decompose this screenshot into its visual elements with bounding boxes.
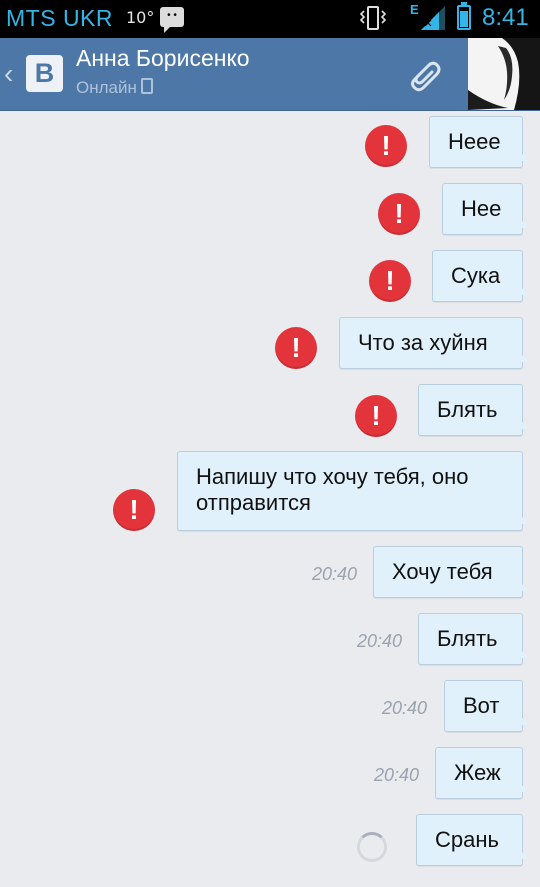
message-bubble[interactable]: Сука (432, 250, 529, 302)
message-text: Нее (461, 196, 502, 221)
carrier-name: MTS UKR (6, 5, 113, 31)
message-bubble[interactable]: Нее (442, 183, 529, 235)
status-clock: 8:41 (482, 4, 529, 31)
vibrate-icon (359, 6, 387, 30)
contact-status: Онлайн (76, 78, 153, 98)
message-text: Хочу тебя (392, 559, 493, 584)
send-failed-icon[interactable]: ! (369, 260, 411, 302)
message-text: Неее (448, 129, 501, 154)
message-time: 20:40 (312, 564, 358, 584)
message-time: 20:40 (374, 765, 420, 785)
mobile-phone-icon (140, 78, 153, 94)
message-text: Срань (435, 827, 499, 852)
message-text: Что за хуйня (358, 330, 488, 355)
paperclip-icon[interactable] (404, 54, 446, 96)
signal-icon (421, 6, 445, 30)
message-time: 20:40 (357, 631, 403, 651)
avatar-photo (468, 38, 540, 110)
network-type: E (410, 2, 419, 17)
send-failed-icon[interactable]: ! (275, 327, 317, 369)
vk-logo-icon[interactable]: B (26, 55, 63, 92)
status-bar: MTS UKR 10° • • E 8:41 (0, 0, 540, 38)
chevron-left-icon[interactable]: ‹ (4, 60, 13, 88)
message-bubble[interactable]: Напишу что хочу тебя, оно отправится (177, 451, 529, 531)
send-failed-icon[interactable]: ! (365, 125, 407, 167)
message-list[interactable]: ! Неее ! Нее ! Сука ! Что за хуйня ! Бля… (0, 111, 540, 887)
message-bubble[interactable]: Хочу тебя (373, 546, 529, 598)
send-failed-icon[interactable]: ! (113, 489, 155, 531)
message-text: Вот (463, 693, 500, 718)
weather-temperature: 10° (126, 8, 155, 27)
contact-avatar[interactable] (468, 38, 540, 110)
message-notification-icon: • • (160, 7, 184, 33)
sending-spinner-icon (357, 832, 387, 862)
message-bubble[interactable]: Неее (429, 116, 529, 168)
message-text: Жеж (454, 760, 501, 785)
message-bubble[interactable]: Блять (418, 384, 529, 436)
message-bubble[interactable]: Вот (444, 680, 529, 732)
message-bubble[interactable]: Блять (418, 613, 529, 665)
contact-name[interactable]: Анна Борисенко (76, 45, 250, 72)
send-failed-icon[interactable]: ! (355, 395, 397, 437)
message-text: Блять (437, 626, 498, 651)
online-status-label: Онлайн (76, 78, 137, 97)
message-time: 20:40 (382, 698, 428, 718)
send-failed-icon[interactable]: ! (378, 193, 420, 235)
message-bubble[interactable]: Жеж (435, 747, 529, 799)
battery-icon (457, 2, 471, 30)
chat-header: ‹ B Анна Борисенко Онлайн (0, 38, 540, 111)
message-bubble[interactable]: Что за хуйня (339, 317, 529, 369)
chat-screen: MTS UKR 10° • • E 8:41 ‹ B Анна Борисенк… (0, 0, 540, 887)
message-bubble[interactable]: Срань (416, 814, 529, 866)
message-text: Напишу что хочу тебя, оно отправится (196, 464, 469, 515)
message-text: Сука (451, 263, 501, 288)
message-text: Блять (437, 397, 498, 422)
